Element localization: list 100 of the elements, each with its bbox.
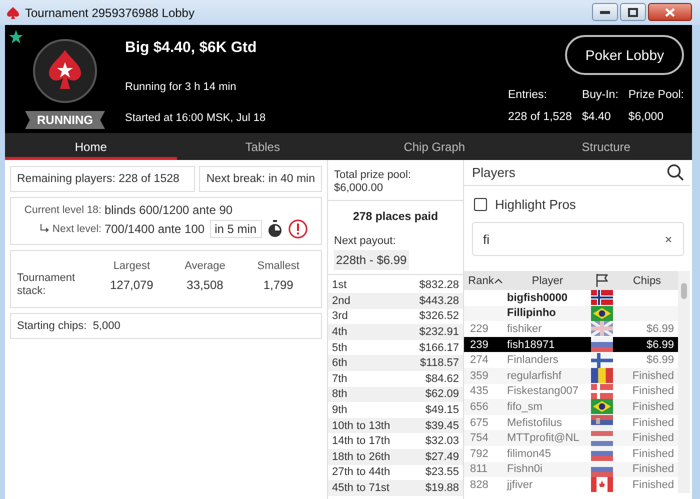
- payout-place: 27th to 44th: [332, 466, 390, 478]
- chips-cell-text: Finished: [631, 370, 675, 382]
- search-icon[interactable]: [667, 164, 684, 181]
- minimize-icon: [600, 10, 610, 14]
- search-field[interactable]: fi: [472, 222, 684, 256]
- stopwatch-icon: [266, 220, 283, 238]
- level-timer: in 5 min: [210, 220, 262, 238]
- stat-label: Prize Pool:: [628, 89, 684, 101]
- stack-label: Tournament stack:: [17, 272, 76, 298]
- player-row[interactable]: 656 fifo_sm Finished: [464, 399, 678, 415]
- app-logo-icon: [6, 6, 20, 20]
- next-payout-value: 228th - $6.99: [334, 250, 409, 270]
- column-header[interactable]: Chips: [616, 274, 678, 286]
- clear-icon[interactable]: [665, 236, 672, 243]
- checkbox[interactable]: [474, 198, 487, 211]
- stat-label: Buy-In:: [582, 89, 618, 101]
- player-name: fishiker: [507, 322, 543, 335]
- column-header[interactable]: Player: [507, 274, 588, 286]
- alert-icon[interactable]: [288, 219, 308, 239]
- current-blinds: blinds 600/1200 ante 90: [104, 203, 233, 217]
- payout-amount: $84.62: [425, 372, 459, 385]
- player-row[interactable]: 754 MTTprofit@NL Finished: [464, 430, 678, 446]
- return-arrow-icon: [39, 224, 50, 234]
- payout-amount: $166.17: [419, 342, 459, 354]
- places-paid: 278 places paid: [352, 210, 440, 226]
- tab[interactable]: Chip Graph: [348, 133, 520, 160]
- player-name: Fishn0i: [507, 463, 544, 476]
- close-button[interactable]: [648, 3, 692, 21]
- chips-cell-text: $6.99: [645, 354, 675, 366]
- total-prize-value: $6,000.00: [334, 182, 384, 196]
- player-name: regularfishf: [507, 370, 562, 382]
- tab[interactable]: Home: [5, 133, 177, 160]
- payout-place: 10th to 13th: [332, 420, 390, 432]
- payout-place: 2nd: [332, 294, 350, 307]
- payout-amount: $326.52: [419, 310, 459, 322]
- start-time: Started at 16:00 MSK, Jul 18: [125, 112, 267, 124]
- payout-amount: $27.49: [425, 450, 459, 463]
- player-row[interactable]: 239 fish18971 $6.99: [464, 336, 678, 352]
- player-name: jjfiver: [507, 478, 534, 491]
- player-row[interactable]: 359 regularfishf Finished: [464, 368, 678, 384]
- rank-cell-text: 239: [469, 338, 490, 351]
- player-name: bigfish0000: [507, 292, 569, 304]
- payout-amount: $32.03: [425, 435, 459, 448]
- player-name: fifo_sm: [507, 400, 544, 413]
- rank-cell-text: 811: [469, 463, 489, 476]
- stack-value: 33,508: [186, 278, 224, 292]
- payout-place: 7th: [332, 372, 348, 385]
- player-name: filimon45: [507, 448, 552, 460]
- payout-amount: $443.28: [419, 294, 459, 307]
- payout-place: 45th to 71st: [332, 482, 390, 494]
- player-row[interactable]: Fillipinho: [464, 306, 678, 322]
- player-row[interactable]: 811 Fishn0i Finished: [464, 462, 678, 478]
- rank-cell-text: 675: [469, 416, 490, 429]
- scrollbar[interactable]: [678, 271, 690, 493]
- column-header[interactable]: Rank: [464, 274, 507, 286]
- player-row[interactable]: 792 filimon45 Finished: [464, 446, 678, 462]
- spade-logo-icon: [32, 38, 98, 104]
- minimize-button[interactable]: [592, 3, 618, 21]
- payout-place: 5th: [332, 342, 348, 354]
- player-row[interactable]: 435 Fiskestang007 Finished: [464, 384, 678, 400]
- rank-cell-text: 274: [469, 354, 490, 366]
- player-name: Mefistofilus: [507, 416, 564, 429]
- stat-value: $4.40: [582, 111, 612, 123]
- poker-lobby-button[interactable]: Poker Lobby: [565, 35, 684, 75]
- payout-amount: $232.91: [419, 326, 459, 338]
- payout-place: 14th to 17th: [332, 435, 390, 448]
- rank-cell-text: 754: [469, 432, 490, 444]
- tab[interactable]: Structure: [520, 133, 692, 160]
- payout-place: 4th: [332, 326, 348, 338]
- rank-cell-text: 656: [469, 400, 490, 413]
- payout-place: 9th: [332, 404, 348, 416]
- maximize-button[interactable]: [620, 3, 646, 21]
- column-heading: Smallest: [256, 260, 300, 272]
- rank-cell-text: 359: [469, 370, 490, 382]
- payout-place: 6th: [332, 357, 348, 370]
- next-level-label: Next level:: [52, 223, 102, 235]
- player-row[interactable]: 828 jjfiver Finished: [464, 477, 678, 493]
- player-row[interactable]: 274 Finlanders $6.99: [464, 352, 678, 368]
- next-payout-label: Next payout:: [334, 235, 397, 248]
- rank-cell-text: 828: [469, 478, 490, 491]
- window-title: Tournament 2959376988 Lobby: [25, 6, 196, 20]
- chips-cell-text: $6.99: [645, 338, 675, 351]
- payout-amount: $49.15: [425, 404, 459, 416]
- player-name: Fiskestang007: [507, 385, 580, 398]
- checkbox-label: Highlight Pros: [495, 197, 576, 212]
- chips-cell-text: Finished: [631, 478, 675, 491]
- stat-value: $6,000: [628, 111, 665, 123]
- player-row[interactable]: bigfish0000: [464, 290, 678, 306]
- payout-place: 18th to 26th: [332, 450, 390, 463]
- player-row[interactable]: 675 Mefistofilus Finished: [464, 414, 678, 430]
- payout-amount: $62.09: [425, 388, 459, 400]
- maximize-icon: [628, 8, 638, 16]
- payout-amount: $19.88: [425, 482, 459, 494]
- player-name: Fillipinho: [507, 307, 557, 320]
- payout-place: 1st: [332, 279, 347, 292]
- star-icon[interactable]: [9, 30, 23, 44]
- starting-chips: Starting chips: 5,000: [10, 313, 322, 339]
- tab[interactable]: Tables: [176, 133, 348, 160]
- rank-cell-text: 792: [469, 448, 490, 460]
- payout-amount: $39.45: [425, 420, 459, 432]
